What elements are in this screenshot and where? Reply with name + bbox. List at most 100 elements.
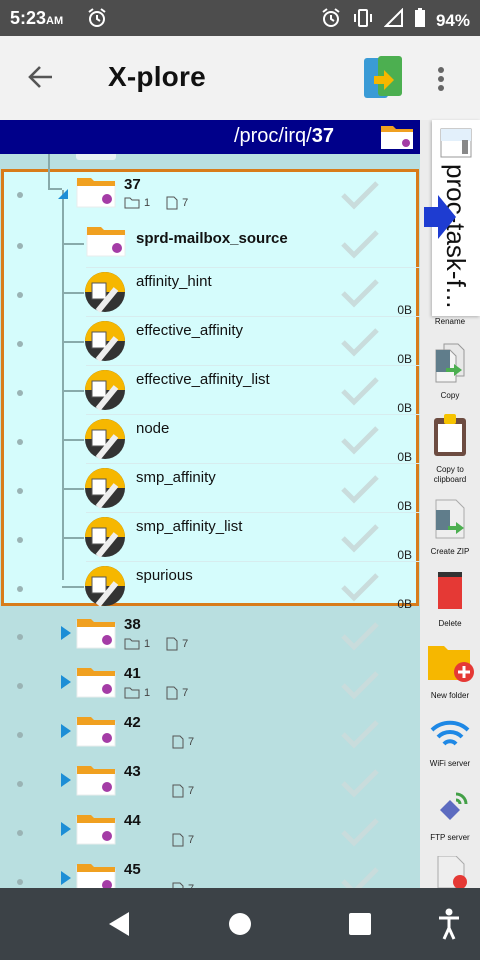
path-bar[interactable]: /proc/irq/37 <box>0 120 420 154</box>
checkmark-icon[interactable] <box>340 278 380 313</box>
folder-icon <box>76 860 116 888</box>
file-name: 42 <box>124 714 141 731</box>
expand-arrow-icon[interactable] <box>61 724 71 743</box>
file-count-icon <box>172 784 184 798</box>
system-file-icon <box>84 565 126 612</box>
file-name: 45 <box>124 861 141 878</box>
list-item[interactable]: effective_affinity 0B <box>0 317 420 366</box>
checkmark-icon[interactable] <box>340 572 380 607</box>
signal-icon <box>383 7 404 33</box>
rename-button[interactable]: Rename <box>420 315 480 327</box>
expand-arrow-icon[interactable] <box>61 773 71 792</box>
current-path: /proc/irq/37 <box>233 125 334 147</box>
file-list[interactable]: 37 1 7 sprd-mailbox_source affinity_hint 0… <box>0 154 420 888</box>
accessibility-icon[interactable] <box>438 908 460 945</box>
checkmark-icon[interactable] <box>340 180 380 215</box>
ftp-icon <box>428 792 472 830</box>
zip-file-icon <box>440 128 472 163</box>
clipboard-icon <box>430 414 470 462</box>
trash-icon <box>430 572 470 616</box>
xplore-logo-icon[interactable] <box>362 54 404 107</box>
file-name: effective_affinity_list <box>136 371 270 388</box>
file-size: 0B <box>397 352 412 366</box>
checkmark-icon[interactable] <box>340 621 380 656</box>
nav-recents-icon[interactable] <box>348 911 372 942</box>
vibrate-icon <box>352 7 374 34</box>
list-item[interactable]: effective_affinity_list 0B <box>0 366 420 415</box>
checkmark-icon[interactable] <box>340 866 380 888</box>
checkmark-icon[interactable] <box>340 425 380 460</box>
expand-arrow-icon[interactable] <box>61 822 71 841</box>
list-item[interactable]: 38 1 7 <box>0 611 420 660</box>
expand-arrow-icon[interactable] <box>61 871 71 888</box>
list-item[interactable]: spurious 0B <box>0 562 420 611</box>
system-file-icon <box>84 418 126 465</box>
list-item[interactable]: 37 1 7 <box>0 170 420 219</box>
folder-icon <box>76 615 116 654</box>
ftp-server-button[interactable]: FTP server <box>420 788 480 843</box>
list-item[interactable]: 42 7 <box>0 709 420 758</box>
list-item[interactable]: node 0B <box>0 415 420 464</box>
folder-icon <box>76 664 116 703</box>
system-file-icon <box>84 320 126 367</box>
folder-count-icon <box>124 197 140 209</box>
list-item[interactable]: 43 7 <box>0 758 420 807</box>
file-name: smp_affinity <box>136 469 216 486</box>
list-item[interactable]: 44 7 <box>0 807 420 856</box>
list-item[interactable]: 457 <box>0 856 420 888</box>
overflow-menu-icon[interactable] <box>437 66 445 97</box>
file-name: affinity_hint <box>136 273 212 290</box>
list-item[interactable]: smp_affinity_list 0B <box>0 513 420 562</box>
checkmark-icon[interactable] <box>340 376 380 411</box>
nav-home-icon[interactable] <box>228 911 252 942</box>
wifi-server-button[interactable]: WiFi server <box>420 716 480 769</box>
checkmark-icon[interactable] <box>340 327 380 362</box>
back-arrow-icon[interactable] <box>26 62 56 97</box>
file-name: 41 <box>124 665 141 682</box>
checkmark-icon[interactable] <box>340 229 380 264</box>
list-item[interactable]: sprd-mailbox_source <box>0 219 420 268</box>
delete-button[interactable]: Delete <box>420 568 480 629</box>
status-time: 5:23AM <box>10 8 64 28</box>
folder-icon <box>380 122 414 155</box>
alarm-icon <box>86 7 108 34</box>
list-item[interactable]: smp_affinity 0B <box>0 464 420 513</box>
expand-arrow-icon[interactable] <box>61 675 71 694</box>
file-name: sprd-mailbox_source <box>136 230 288 247</box>
folder-icon <box>76 811 116 850</box>
file-name: smp_affinity_list <box>136 518 243 535</box>
copy-button[interactable]: Copy <box>420 342 480 401</box>
file-name: 44 <box>124 812 141 829</box>
checkmark-icon[interactable] <box>340 768 380 803</box>
file-size: 0B <box>397 597 412 611</box>
list-item[interactable]: 41 1 7 <box>0 660 420 709</box>
file-count-icon <box>166 196 178 210</box>
file-count-icon <box>166 686 178 700</box>
folder-icon <box>76 713 116 752</box>
expand-arrow-icon[interactable] <box>61 626 71 645</box>
list-item[interactable]: affinity_hint 0B <box>0 268 420 317</box>
new-folder-button[interactable]: New folder <box>420 640 480 701</box>
file-name: 38 <box>124 616 141 633</box>
copy-icon <box>430 343 470 388</box>
checkmark-icon[interactable] <box>340 523 380 558</box>
arrow-right-icon[interactable] <box>422 193 456 246</box>
zip-icon <box>430 499 470 544</box>
collapse-arrow-icon[interactable] <box>58 186 68 204</box>
create-zip-button[interactable]: Create ZIP <box>420 498 480 557</box>
file-size: 0B <box>397 499 412 513</box>
checkmark-icon[interactable] <box>340 670 380 705</box>
nav-back-icon[interactable] <box>107 911 131 942</box>
folder-icon <box>76 174 116 213</box>
checkmark-icon[interactable] <box>340 474 380 509</box>
checkmark-icon[interactable] <box>340 719 380 754</box>
folder-icon <box>76 762 116 801</box>
file-name: effective_affinity <box>136 322 244 339</box>
wifi-icon <box>428 720 472 756</box>
new-folder-icon <box>426 646 474 688</box>
file-size: 0B <box>397 450 412 464</box>
checkmark-icon[interactable] <box>340 817 380 852</box>
copy-to-clipboard-button[interactable]: Copy to clipboard <box>420 414 480 485</box>
system-file-icon <box>84 369 126 416</box>
system-file-icon <box>84 467 126 514</box>
